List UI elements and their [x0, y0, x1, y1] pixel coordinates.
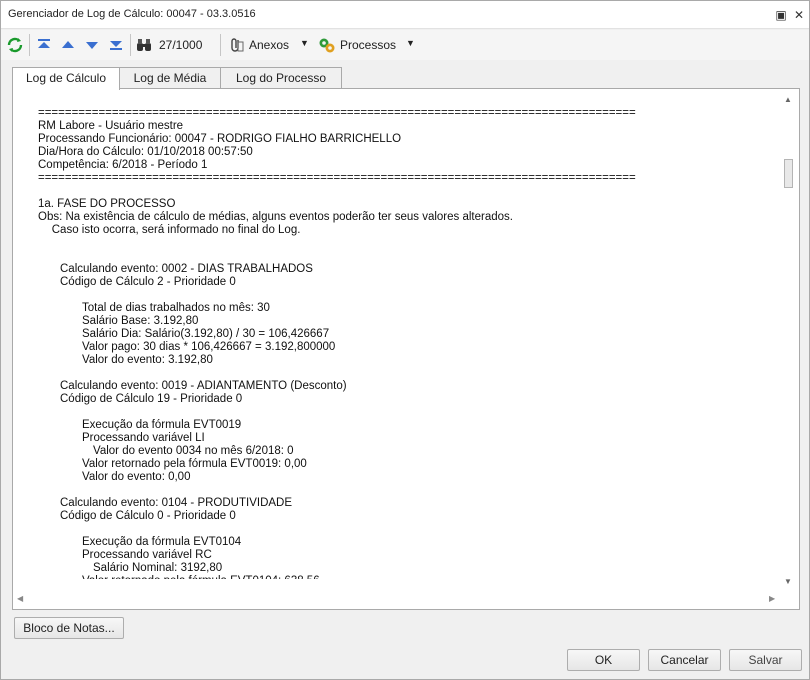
log-manager-window: Gerenciador de Log de Cálculo: 00047 - 0…	[0, 0, 810, 680]
cancel-button[interactable]: Cancelar	[648, 649, 721, 671]
log-line: Valor retornado pela fórmula EVT0019: 0,…	[82, 458, 307, 470]
log-line: Calculando evento: 0002 - DIAS TRABALHAD…	[60, 263, 313, 275]
record-counter: 27/1000	[159, 38, 203, 52]
log-line: ========================================…	[38, 172, 636, 184]
tab-log-media[interactable]: Log de Média	[119, 67, 221, 89]
scroll-down-icon[interactable]: ▼	[784, 577, 792, 586]
toolbar: 27/1000 Anexos ▼ Processos ▼	[1, 30, 809, 60]
ok-button[interactable]: OK	[567, 649, 640, 671]
attachments-button[interactable]: Anexos	[249, 38, 289, 52]
scroll-up-icon[interactable]: ▲	[784, 95, 792, 104]
chevron-down-icon[interactable]: ▼	[406, 38, 415, 48]
log-line: Execução da fórmula EVT0019	[82, 419, 242, 431]
log-line: Código de Cálculo 2 - Prioridade 0	[60, 276, 236, 288]
refresh-icon[interactable]	[6, 36, 24, 54]
log-line: Calculando evento: 0019 - ADIANTAMENTO (…	[60, 380, 347, 392]
log-line: Valor retornado pela fórmula EVT0104: 63…	[82, 575, 320, 579]
scroll-right-icon[interactable]: ▶	[769, 594, 775, 603]
log-line: Código de Cálculo 0 - Prioridade 0	[60, 510, 236, 522]
log-line: Dia/Hora do Cálculo: 01/10/2018 00:57:50	[38, 146, 253, 158]
binoculars-icon[interactable]	[135, 36, 153, 54]
log-line: Salário Nominal: 3192,80	[93, 562, 223, 574]
log-line: Valor do evento: 0,00	[82, 471, 191, 483]
log-line: Competência: 6/2018 - Período 1	[38, 159, 208, 171]
log-text-area[interactable]: ========================================…	[14, 93, 782, 579]
scroll-left-icon[interactable]: ◀	[17, 594, 23, 603]
log-line: RM Labore - Usuário mestre	[38, 120, 184, 132]
next-record-icon[interactable]	[83, 36, 101, 54]
save-button[interactable]: Salvar	[729, 649, 802, 671]
toolbar-separator	[220, 34, 221, 56]
tab-log-calculo[interactable]: Log de Cálculo	[12, 67, 120, 90]
log-line: Processando variável LI	[82, 432, 205, 444]
log-line: 1a. FASE DO PROCESSO	[38, 198, 176, 210]
horizontal-scrollbar[interactable]: ◀ ▶	[17, 592, 781, 606]
vertical-scrollbar[interactable]: ▲ ▼	[782, 93, 796, 589]
last-record-icon[interactable]	[107, 36, 125, 54]
log-line: ========================================…	[38, 107, 636, 119]
log-line: Obs: Na existência de cálculo de médias,…	[38, 211, 513, 223]
log-line: Processando variável RC	[82, 549, 212, 561]
log-line: Valor do evento 0034 no mês 6/2018: 0	[93, 445, 294, 457]
log-panel: ========================================…	[12, 88, 800, 610]
processes-button[interactable]: Processos	[340, 38, 396, 52]
log-line: Código de Cálculo 19 - Prioridade 0	[60, 393, 243, 405]
log-line: Execução da fórmula EVT0104	[82, 536, 242, 548]
window-title: Gerenciador de Log de Cálculo: 00047 - 0…	[8, 8, 256, 20]
first-record-icon[interactable]	[35, 36, 53, 54]
close-icon[interactable]: ✕	[791, 7, 807, 23]
log-line: Total de dias trabalhados no mês: 30	[82, 302, 270, 314]
toolbar-separator	[130, 34, 131, 56]
log-line: Salário Dia: Salário(3.192,80) / 30 = 10…	[82, 328, 330, 340]
notepad-button[interactable]: Bloco de Notas...	[14, 617, 124, 639]
chevron-down-icon[interactable]: ▼	[300, 38, 309, 48]
toolbar-separator	[29, 34, 30, 56]
log-line: Valor do evento: 3.192,80	[82, 354, 213, 366]
log-line: Calculando evento: 0104 - PRODUTIVIDADE	[60, 497, 293, 509]
log-line: Processando Funcionário: 00047 - RODRIGO…	[38, 133, 402, 145]
scroll-thumb[interactable]	[784, 159, 793, 188]
restore-icon[interactable]: ▣	[773, 7, 789, 23]
log-line: Caso isto ocorra, será informado no fina…	[51, 224, 301, 236]
previous-record-icon[interactable]	[59, 36, 77, 54]
log-line: Valor pago: 30 dias * 106,426667 = 3.192…	[82, 341, 336, 353]
log-line: Salário Base: 3.192,80	[82, 315, 199, 327]
processes-icon[interactable]	[318, 36, 336, 54]
title-bar: Gerenciador de Log de Cálculo: 00047 - 0…	[1, 1, 809, 29]
tab-log-processo[interactable]: Log do Processo	[220, 67, 342, 89]
paperclip-icon[interactable]	[227, 36, 245, 54]
